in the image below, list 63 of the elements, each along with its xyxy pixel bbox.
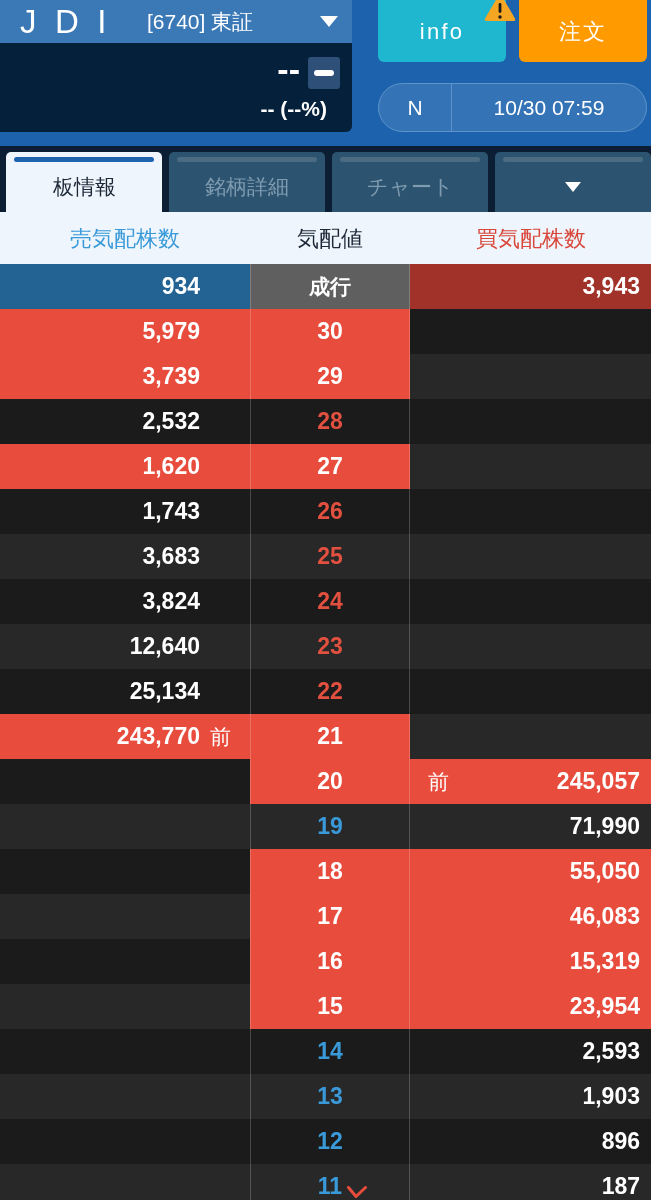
price-text: 23	[317, 635, 343, 658]
price-text: 24	[317, 590, 343, 613]
bid-quantity: 1,903	[582, 1085, 640, 1108]
previous-marker: 前	[210, 726, 231, 747]
price-text: 16	[317, 950, 343, 973]
ask-quantity: 2,532	[142, 410, 200, 433]
price-text: 12	[317, 1130, 343, 1153]
ask-quantity: 1,620	[142, 455, 200, 478]
price-text: 14	[317, 1040, 343, 1063]
bid-quantity: 3,943	[582, 275, 640, 298]
info-button[interactable]: info	[378, 0, 506, 62]
ask-quantity: 3,824	[142, 590, 200, 613]
price-text: 17	[317, 905, 343, 928]
price-text: 22	[317, 680, 343, 703]
bid-quantity: 187	[601, 1175, 640, 1198]
price-text: 26	[317, 500, 343, 523]
ask-quantity: 12,640	[129, 635, 200, 658]
price-text: 18	[317, 860, 343, 883]
price-text: --	[277, 52, 300, 86]
price-text: 28	[317, 410, 343, 433]
column-header: 気配値	[297, 224, 363, 253]
bid-quantity: 46,083	[569, 905, 640, 928]
bid-quantity: 2,593	[582, 1040, 640, 1063]
ask-quantity: 3,683	[142, 545, 200, 568]
price-text: 25	[317, 545, 343, 568]
price-text: 29	[317, 365, 343, 388]
bid-quantity: 245,057	[556, 770, 640, 793]
price-text: 15	[317, 995, 343, 1018]
column-header: 買気配株数	[475, 224, 586, 253]
minus-button[interactable]	[308, 57, 340, 89]
ask-quantity: 243,770	[116, 725, 200, 748]
minus-icon	[314, 70, 334, 76]
order-button[interactable]: 注文	[519, 0, 647, 62]
price-text: 27	[317, 455, 343, 478]
price-text: 11	[317, 1175, 343, 1198]
ask-quantity: 5,979	[142, 320, 200, 343]
tab[interactable]: 板情報	[6, 152, 162, 212]
ticker-symbol: J D I	[20, 5, 112, 38]
change-text: -- (--%)	[260, 98, 327, 119]
bid-quantity: 23,954	[569, 995, 640, 1018]
ask-quantity: 1,743	[142, 500, 200, 523]
bid-quantity: 896	[601, 1130, 640, 1153]
price-text: 21	[317, 725, 343, 748]
caret-down-icon	[565, 182, 581, 192]
bid-quantity: 55,050	[569, 860, 640, 883]
tab[interactable]: チャート	[332, 152, 488, 212]
session-label: N	[406, 94, 424, 121]
column-header: 売気配株数	[70, 224, 180, 253]
bid-quantity: 71,990	[569, 815, 640, 838]
previous-marker: 前	[428, 771, 449, 792]
price-text: 13	[317, 1085, 343, 1108]
tab[interactable]: 銘柄詳細	[169, 152, 325, 212]
price-text: 19	[317, 815, 343, 838]
ask-quantity: 934	[161, 275, 200, 298]
ask-quantity: 25,134	[129, 680, 200, 703]
stock-code: [6740] 東証	[147, 11, 254, 32]
price-text: 20	[317, 770, 343, 793]
ask-quantity: 3,739	[142, 365, 200, 388]
bid-quantity: 15,319	[569, 950, 640, 973]
market-order-label: 成行	[309, 276, 351, 297]
session-datetime: 10/30 07:59	[492, 94, 606, 121]
price-text: 30	[317, 320, 343, 343]
caret-down-icon[interactable]	[320, 16, 338, 27]
